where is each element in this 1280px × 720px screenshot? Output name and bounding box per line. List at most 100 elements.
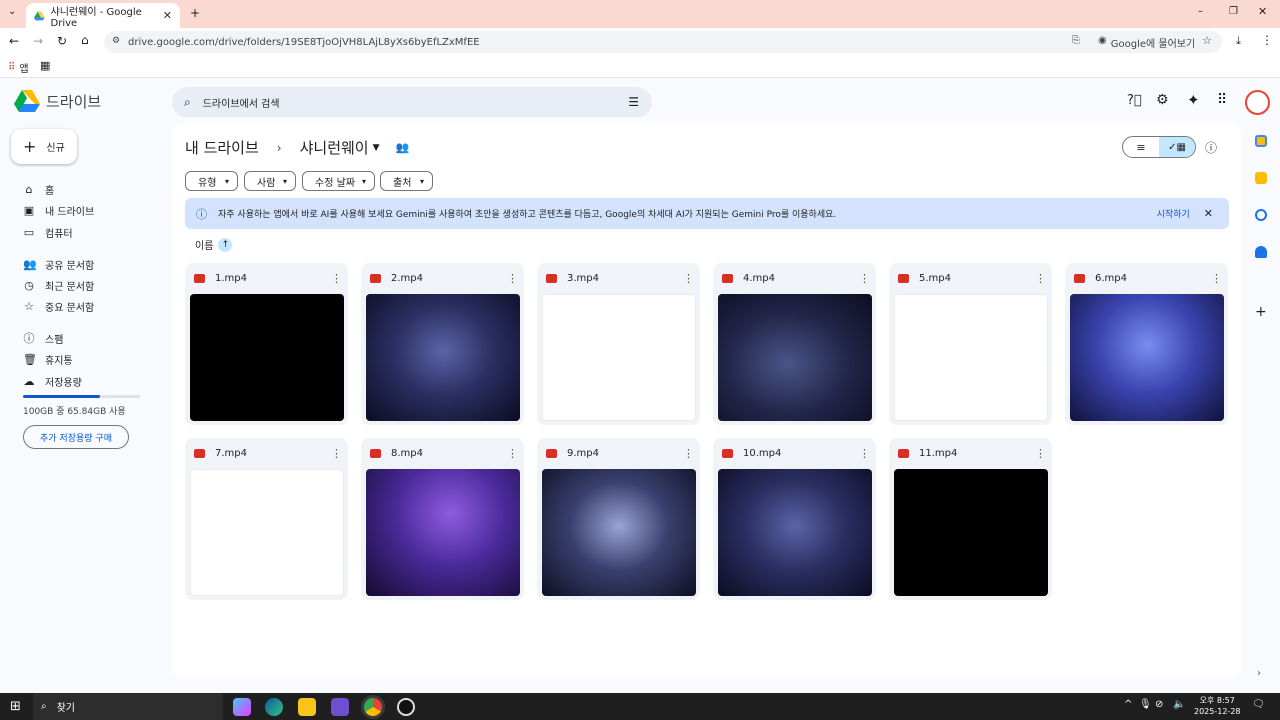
video-thumbnail[interactable] xyxy=(894,469,1048,596)
file-card[interactable]: 3.mp4 ⋮ xyxy=(537,263,700,425)
filter-chip[interactable]: 수정 날짜 ▾ xyxy=(302,171,375,191)
file-card[interactable]: 7.mp4 ⋮ xyxy=(185,438,348,600)
tab-list-chevron-icon[interactable]: ⌄ xyxy=(8,6,16,17)
file-card[interactable]: 11.mp4 ⋮ xyxy=(889,438,1052,600)
filter-chip[interactable]: 유형 ▾ xyxy=(185,171,238,191)
obs-icon[interactable] xyxy=(397,698,415,716)
filter-chip[interactable]: 사람 ▾ xyxy=(244,171,296,191)
sort-ascending-icon[interactable]: ↑ xyxy=(218,237,233,252)
video-thumbnail[interactable] xyxy=(718,294,872,421)
clock[interactable]: 오후 8:57 2025-12-28 xyxy=(1194,695,1241,717)
side-panel-expand-icon[interactable]: › xyxy=(1257,668,1261,679)
extensions-icon[interactable]: ⤓ xyxy=(1236,34,1241,48)
details-info-icon[interactable]: ⓘ xyxy=(1205,139,1217,156)
file-card[interactable]: 8.mp4 ⋮ xyxy=(361,438,524,600)
active-tab[interactable]: 샤니런웨이 - Google Drive ✕ xyxy=(26,3,180,29)
close-tab-icon[interactable]: ✕ xyxy=(163,9,172,22)
forward-icon[interactable]: → xyxy=(33,34,43,48)
more-actions-icon[interactable]: ⋮ xyxy=(1211,272,1222,285)
back-icon[interactable]: ← xyxy=(9,34,19,48)
keep-icon[interactable] xyxy=(1255,172,1267,184)
video-thumbnail[interactable] xyxy=(894,294,1048,421)
tab-groups-icon[interactable]: ▦ xyxy=(40,59,50,72)
video-thumbnail[interactable] xyxy=(366,469,520,596)
file-explorer-icon[interactable] xyxy=(298,698,316,716)
maximize-icon[interactable]: ❐ xyxy=(1229,6,1238,17)
more-actions-icon[interactable]: ⋮ xyxy=(683,272,694,285)
breadcrumb-root[interactable]: 내 드라이브 xyxy=(185,137,259,158)
file-card[interactable]: 1.mp4 ⋮ xyxy=(185,263,348,425)
more-actions-icon[interactable]: ⋮ xyxy=(331,447,342,460)
more-actions-icon[interactable]: ⋮ xyxy=(859,272,870,285)
settings-gear-icon[interactable]: ⚙ xyxy=(1156,92,1169,108)
calendar-icon[interactable] xyxy=(1255,135,1267,147)
folder-menu-chevron-icon[interactable]: ▼ xyxy=(373,143,380,153)
help-icon[interactable]: ?⃝ xyxy=(1127,93,1142,108)
file-card[interactable]: 4.mp4 ⋮ xyxy=(713,263,876,425)
new-tab-icon[interactable]: + xyxy=(190,6,200,20)
sidebar-item-2[interactable]: ▣ 내 드라이브 xyxy=(23,201,94,219)
video-thumbnail[interactable] xyxy=(366,294,520,421)
bookmark-star-icon[interactable]: ☆ xyxy=(1202,34,1212,47)
sidebar-item-5[interactable]: ◷ 최근 문서함 xyxy=(23,276,94,294)
shared-people-icon[interactable]: 👥 xyxy=(396,141,410,154)
reload-icon[interactable]: ↻ xyxy=(57,34,67,48)
breadcrumb-folder[interactable]: 샤니런웨이 xyxy=(300,137,369,158)
sidebar-item-8[interactable]: 🗑 휴지통 xyxy=(23,350,73,368)
more-actions-icon[interactable]: ⋮ xyxy=(683,447,694,460)
new-button[interactable]: + 신규 xyxy=(11,129,77,164)
microphone-icon[interactable]: 🎙 xyxy=(1139,699,1152,710)
copilot-icon[interactable] xyxy=(233,698,251,716)
site-info-icon[interactable]: ⚙ xyxy=(112,36,120,46)
sort-control[interactable]: 이름 ↑ xyxy=(195,237,233,252)
more-actions-icon[interactable]: ⋮ xyxy=(507,447,518,460)
taskbar-search[interactable]: ⌕ 찾기 xyxy=(33,693,223,720)
file-card[interactable]: 9.mp4 ⋮ xyxy=(537,438,700,600)
tray-chevron-icon[interactable]: ^ xyxy=(1124,699,1132,710)
apps-bookmark[interactable]: ⠿ 앱 xyxy=(8,60,29,75)
edge-icon[interactable] xyxy=(265,698,283,716)
home-button-icon[interactable]: ⌂ xyxy=(81,33,89,47)
banner-close-icon[interactable]: ✕ xyxy=(1204,207,1213,220)
sidebar-item-1[interactable]: ⌂ 홈 xyxy=(23,180,55,198)
sidebar-item-3[interactable]: ▭ 컴퓨터 xyxy=(23,223,73,241)
more-actions-icon[interactable]: ⋮ xyxy=(1035,447,1046,460)
omnibox[interactable]: ⚙ drive.google.com/drive/folders/19SE8Tj… xyxy=(104,31,1222,53)
banner-start-button[interactable]: 시작하기 xyxy=(1157,207,1190,220)
add-addon-icon[interactable]: + xyxy=(1255,304,1267,320)
network-icon[interactable]: ⊘ xyxy=(1155,699,1163,710)
contacts-icon[interactable] xyxy=(1255,246,1267,258)
sidebar-item-4[interactable]: 👥 공유 문서함 xyxy=(23,255,94,273)
account-avatar[interactable] xyxy=(1245,90,1270,115)
video-thumbnail[interactable] xyxy=(1070,294,1224,421)
gemini-icon[interactable]: ✦ xyxy=(1187,91,1200,109)
app-icon[interactable] xyxy=(331,698,349,716)
more-actions-icon[interactable]: ⋮ xyxy=(331,272,342,285)
filter-chip[interactable]: 출처 ▾ xyxy=(380,171,433,191)
file-card[interactable]: 10.mp4 ⋮ xyxy=(713,438,876,600)
buy-storage-button[interactable]: 추가 저장용량 구매 xyxy=(23,425,129,449)
more-actions-icon[interactable]: ⋮ xyxy=(859,447,870,460)
drive-logo[interactable]: 드라이브 xyxy=(14,90,101,112)
drive-search-bar[interactable]: ⌕ 드라이브에서 검색 ☰ xyxy=(172,87,652,117)
video-thumbnail[interactable] xyxy=(718,469,872,596)
windows-start-icon[interactable]: ⊞ xyxy=(10,699,21,714)
more-actions-icon[interactable]: ⋮ xyxy=(507,272,518,285)
sidebar-item-7[interactable]: ⓘ 스팸 xyxy=(23,329,64,347)
close-window-icon[interactable]: ✕ xyxy=(1258,5,1267,18)
browser-menu-icon[interactable]: ⋮ xyxy=(1261,33,1273,47)
video-thumbnail[interactable] xyxy=(190,294,344,421)
notifications-icon[interactable]: 🗨 xyxy=(1252,699,1265,710)
video-thumbnail[interactable] xyxy=(542,469,696,596)
sidebar-item-6[interactable]: ☆ 중요 문서함 xyxy=(23,297,94,315)
install-app-icon[interactable]: ⎘ xyxy=(1072,35,1080,46)
file-card[interactable]: 2.mp4 ⋮ xyxy=(361,263,524,425)
list-view-icon[interactable]: ≡ xyxy=(1123,137,1159,157)
search-options-icon[interactable]: ☰ xyxy=(628,95,639,109)
sidebar-item-9[interactable]: ☁ 저장용량 xyxy=(23,372,82,390)
grid-view-icon[interactable]: ✓▦ xyxy=(1159,137,1195,157)
minimize-icon[interactable]: – xyxy=(1198,6,1203,17)
search-input[interactable]: 드라이브에서 검색 xyxy=(203,95,280,110)
file-card[interactable]: 5.mp4 ⋮ xyxy=(889,263,1052,425)
google-lens-chip[interactable]: ◉ Google에 물어보기 xyxy=(1098,35,1195,50)
